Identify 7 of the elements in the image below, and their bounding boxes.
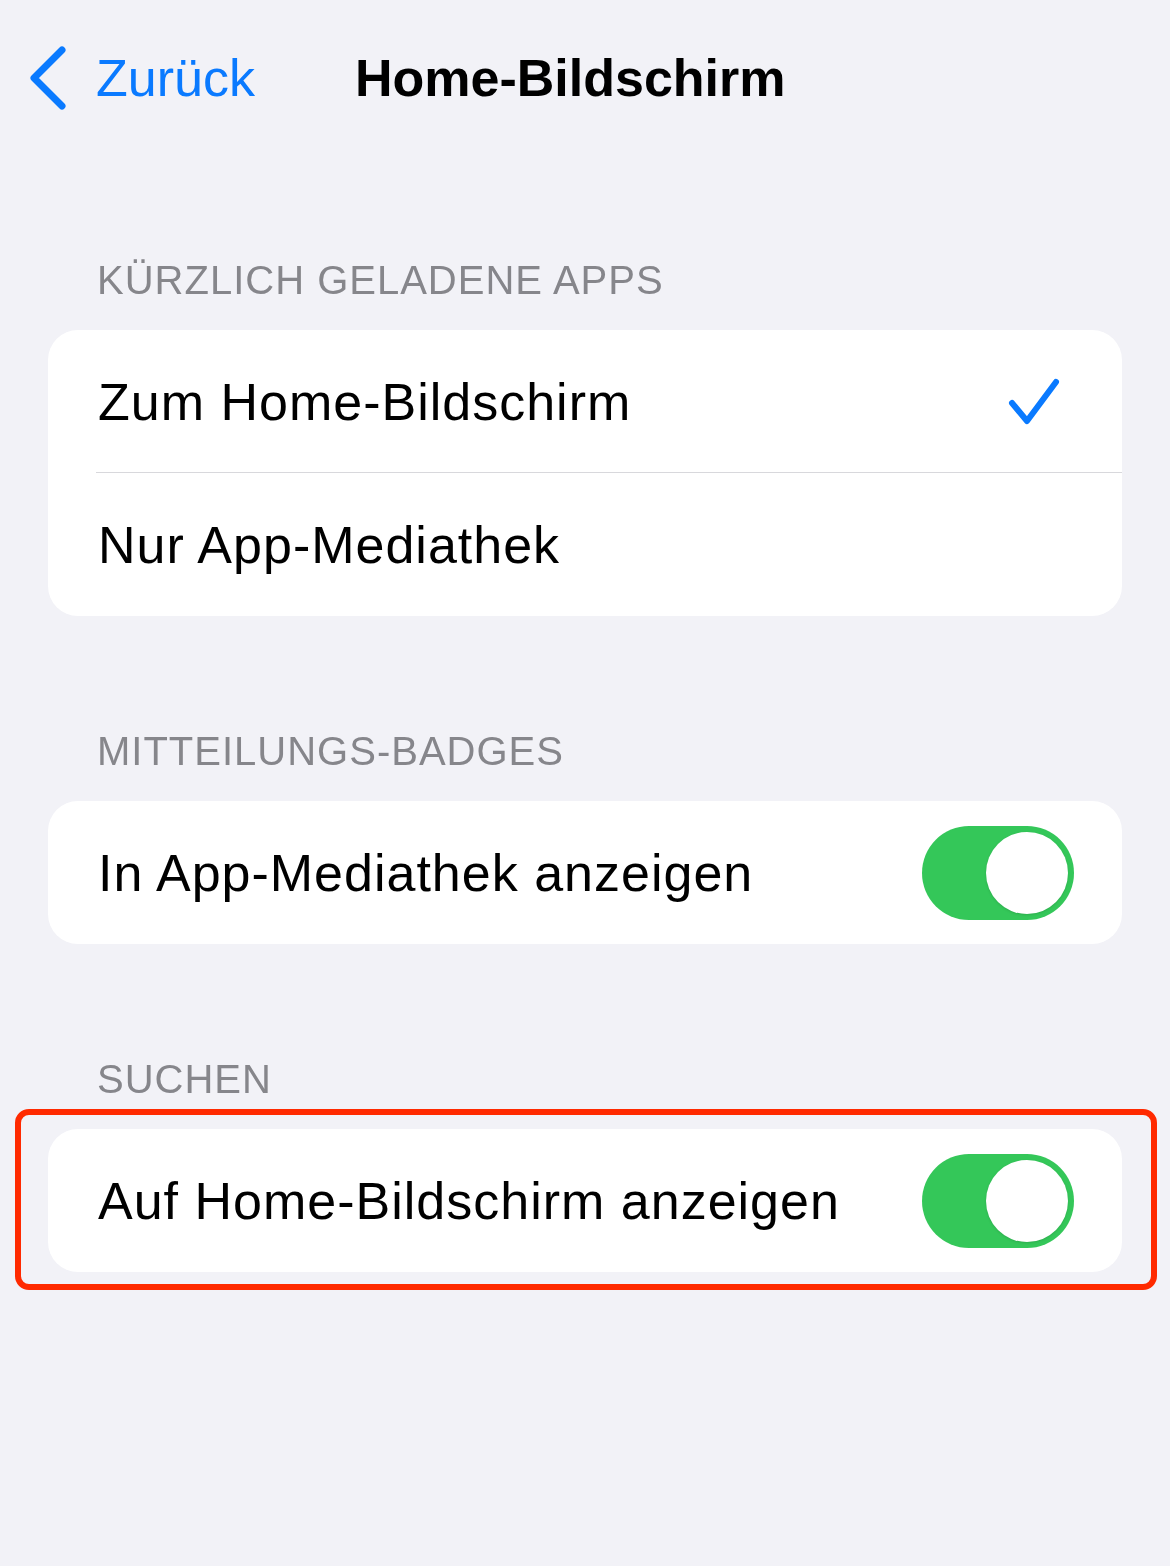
section-header: MITTEILUNGS-BADGES (97, 731, 564, 771)
section-header: KÜRZLICH GELADENE APPS (97, 260, 664, 300)
section-header: SUCHEN (97, 1059, 272, 1099)
back-button[interactable]: Zurück (28, 45, 255, 110)
screen-title: Home-Bildschirm (355, 51, 786, 104)
row-label: Zum Home-Bildschirm (98, 375, 632, 428)
chevron-left-icon (28, 45, 68, 110)
